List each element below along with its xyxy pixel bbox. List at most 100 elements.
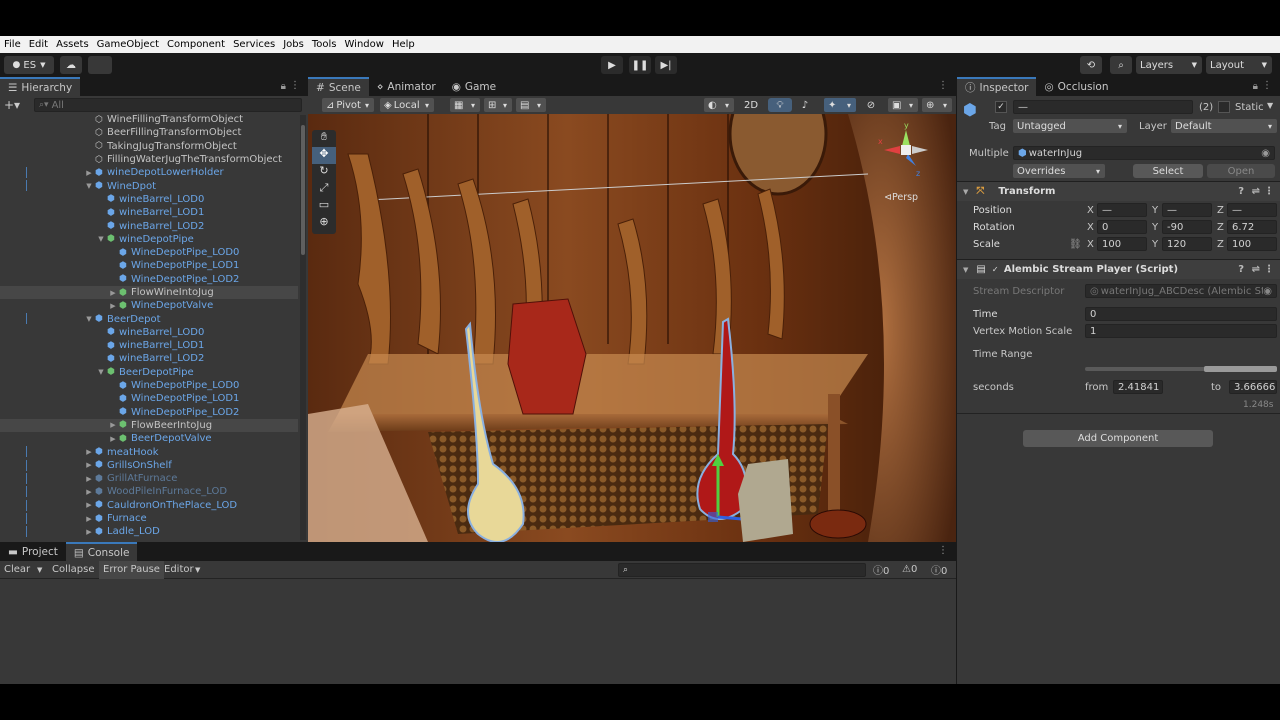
fold-arrow-icon[interactable]: ▶ [84,169,94,177]
add-button[interactable]: +▾ [4,98,20,112]
hierarchy-item[interactable]: ▶ ⬢ GrillsOnShelf [0,459,298,472]
layer-dropdown[interactable]: Default [1171,119,1277,133]
chevron-down-icon[interactable]: ▼ [195,566,200,574]
menu-item-gameobject[interactable]: GameObject [97,39,159,50]
effects-dropdown[interactable]: ✦ [824,98,856,112]
fold-arrow-icon[interactable]: ▶ [108,421,118,429]
editor-dropdown[interactable]: Editor [164,564,194,575]
camera-dropdown[interactable]: ▣ [888,98,918,112]
projection-label[interactable]: ⊲Persp [884,192,918,203]
layout-dropdown[interactable]: Layout ▼ [1206,56,1272,74]
menu-item-file[interactable]: File [4,39,21,50]
time-field[interactable]: 0 [1085,307,1277,321]
scale-tool-icon[interactable]: ⤢ [312,181,336,198]
grid-visibility-dropdown[interactable]: ▤ [516,98,546,112]
hierarchy-item[interactable]: ▼ ⬢ BeerDepotPipe [0,366,298,379]
rect-tool-icon[interactable]: ▭ [312,198,336,215]
fold-arrow-icon[interactable]: ▼ [96,368,106,376]
enabled-checkbox[interactable]: ✓ [992,265,1002,275]
fold-arrow-icon[interactable]: ▶ [84,475,94,483]
hierarchy-item[interactable]: ⬢ wineBarrel_LOD2 [0,219,298,232]
tab-hierarchy[interactable]: ☰ Hierarchy [0,77,81,96]
time-range-slider[interactable] [1085,366,1277,372]
tab-project[interactable]: ▬ Project [0,542,66,561]
add-component-button[interactable]: Add Component [1023,430,1213,447]
scroll-thumb[interactable] [301,125,305,255]
hierarchy-item[interactable]: ⬢ WineDepotPipe_LOD2 [0,406,298,419]
object-name-field[interactable]: — [1013,100,1193,114]
chevron-down-icon[interactable]: ▼ [1267,101,1273,110]
kebab-menu-icon[interactable]: ⋮ [290,80,300,91]
axis-x-label[interactable]: X [1087,222,1094,233]
hierarchy-search-input[interactable]: ⌕▾ All [34,98,302,112]
transform-position-x-field[interactable]: — [1097,203,1147,217]
gizmos-dropdown[interactable]: ⊕ [922,98,952,112]
help-icon[interactable]: ? [1238,186,1244,197]
hierarchy-item[interactable]: ⬢ WineDepotPipe_LOD1 [0,392,298,405]
collapse-toggle[interactable]: Collapse [52,564,95,575]
hierarchy-item[interactable]: ⬢ wineBarrel_LOD2 [0,352,298,365]
console-log-area[interactable] [0,579,956,684]
hierarchy-item[interactable]: ⬢ WineDepotPipe_LOD0 [0,379,298,392]
hierarchy-item[interactable]: ▶ ⬢ FlowWineIntoJug [0,285,298,300]
clear-button[interactable]: Clear [4,564,30,575]
kebab-menu-icon[interactable]: ⋮ [1264,186,1274,197]
lock-icon[interactable]: 🔒︎ [281,81,286,92]
hierarchy-item[interactable]: ▶ ⬢ GrillAtFurnace [0,472,298,485]
menu-item-window[interactable]: Window [345,39,384,50]
axis-y-label[interactable]: Y [1152,239,1158,250]
tab-occlusion[interactable]: ◎ Occlusion [1036,77,1116,96]
collab-button[interactable] [88,56,112,74]
pause-button[interactable]: ❚❚ [629,56,651,74]
fold-arrow-icon[interactable]: ▼ [84,315,94,323]
axis-y-label[interactable]: Y [1152,205,1158,216]
menu-item-services[interactable]: Services [233,39,275,50]
preset-icon[interactable]: ⇌ [1252,264,1260,275]
console-search-input[interactable]: ⌕ [618,563,866,577]
fold-arrow-icon[interactable]: ▶ [108,302,118,310]
fold-arrow-icon[interactable]: ▼ [96,235,106,243]
menu-item-component[interactable]: Component [167,39,225,50]
axis-x-label[interactable]: X [1087,239,1094,250]
hierarchy-item[interactable]: ⬡ WineFillingTransformObject [0,113,298,126]
info-count-toggle[interactable]: ⓘ0 [873,562,889,577]
account-button[interactable]: ● ES ▼ [4,56,54,74]
fold-arrow-icon[interactable]: ▶ [84,501,94,509]
cloud-icon[interactable]: ☁ [60,56,82,74]
snap-increment-dropdown[interactable]: ⊞ [484,98,512,112]
scene-viewport[interactable]: ✋︎ ✥ ↻ ⤢ ▭ ⊕ y x z ⊲Persp [308,114,956,542]
stream-descriptor-field[interactable]: ◎ waterInJug_ABCDesc (Alembic Str ◉ [1085,284,1277,298]
search-icon[interactable]: ⌕ [1110,56,1132,74]
step-button[interactable]: ▶| [655,56,677,74]
hierarchy-item[interactable]: ⬢ WineDepotPipe_LOD2 [0,273,298,286]
menu-item-help[interactable]: Help [392,39,415,50]
error-pause-toggle[interactable]: Error Pause [99,560,164,579]
prefab-field[interactable]: ⬢ waterInJug ◉ [1013,146,1275,160]
transform-rotation-y-field[interactable]: -90 [1162,220,1212,234]
transform-tool-icon[interactable]: ⊕ [312,215,336,232]
menu-item-jobs[interactable]: Jobs [283,39,304,50]
transform-rotation-x-field[interactable]: 0 [1097,220,1147,234]
to-field[interactable]: 3.666667 [1229,380,1277,394]
menu-item-edit[interactable]: Edit [29,39,48,50]
lock-icon[interactable]: 🔒︎ [1253,81,1258,92]
kebab-menu-icon[interactable]: ⋮ [1262,80,1272,91]
hierarchy-item[interactable]: ⬡ BeerFillingTransformObject [0,126,298,139]
axis-y-label[interactable]: Y [1152,222,1158,233]
active-checkbox[interactable]: ✓ [995,101,1007,113]
warning-count-toggle[interactable]: ⚠0 [902,564,917,575]
menu-item-tools[interactable]: Tools [312,39,337,50]
tag-dropdown[interactable]: Untagged [1013,119,1127,133]
hierarchy-item[interactable]: ▶ ⬢ CauldronOnThePlace_LOD [0,499,298,512]
error-count-toggle[interactable]: ⓘ0 [931,562,947,577]
lighting-icon[interactable]: 💡︎ [768,98,792,112]
2d-toggle[interactable]: 2D [738,98,764,112]
constrain-proportions-icon[interactable]: ⛓ [1069,239,1082,250]
hierarchy-item[interactable]: ▼ ⬢ BeerDepot [0,312,298,325]
tab-animator[interactable]: ⋄ Animator [369,77,444,96]
local-dropdown[interactable]: ◈ Local [380,98,434,112]
transform-scale-x-field[interactable]: 100 [1097,237,1147,251]
alembic-header[interactable]: ▼ ▤ ✓ Alembic Stream Player (Script) ? ⇌… [957,259,1280,279]
hand-tool-icon[interactable]: ✋︎ [312,130,336,147]
hierarchy-item[interactable]: ⬢ WineDepotPipe_LOD0 [0,246,298,259]
